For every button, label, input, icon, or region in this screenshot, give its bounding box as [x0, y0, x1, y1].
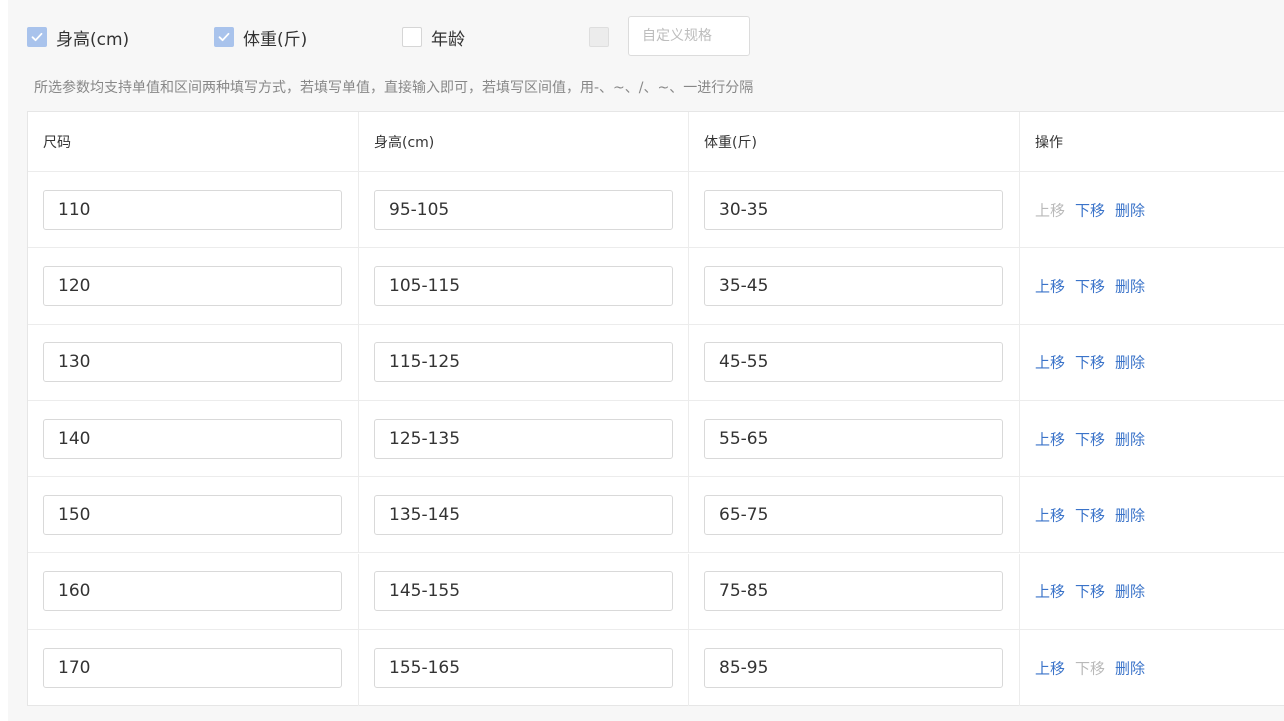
- move-up-link[interactable]: 上移: [1035, 581, 1065, 602]
- weight-option-label: 体重(斤): [243, 29, 308, 50]
- delete-link[interactable]: 删除: [1115, 504, 1145, 525]
- size-input[interactable]: [43, 342, 342, 383]
- move-up-link: 上移: [1035, 201, 1066, 220]
- option-weight[interactable]: 体重(斤): [214, 25, 308, 50]
- age-option-label: 年龄: [431, 29, 465, 50]
- age-checkbox[interactable]: [402, 27, 422, 47]
- move-down-link[interactable]: 下移: [1075, 428, 1105, 449]
- row-actions: 上移 下移 删除: [1035, 428, 1145, 449]
- row-actions: 上移 下移 删除: [1035, 581, 1145, 602]
- size-input[interactable]: [43, 494, 342, 535]
- delete-link[interactable]: 删除: [1115, 657, 1145, 678]
- table-header-row: 尺码 身高(cm) 体重(斤) 操作: [28, 112, 1284, 172]
- table-row: 上移下移删除: [28, 172, 1284, 249]
- option-custom: [589, 25, 609, 49]
- table-row: 上移下移删除: [28, 553, 1284, 630]
- weight-input[interactable]: [704, 189, 1003, 230]
- header-actions: 操作: [1035, 134, 1063, 151]
- weight-input[interactable]: [704, 571, 1003, 612]
- weight-input[interactable]: [704, 265, 1003, 306]
- custom-spec-input[interactable]: [628, 16, 750, 56]
- size-input[interactable]: [43, 265, 342, 306]
- custom-checkbox: [589, 27, 609, 47]
- size-input[interactable]: [43, 571, 342, 612]
- table-row: 上移下移删除: [28, 400, 1284, 478]
- height-checkbox[interactable]: [27, 27, 47, 47]
- move-up-link[interactable]: 上移: [1035, 352, 1065, 373]
- delete-link[interactable]: 删除: [1115, 352, 1145, 373]
- check-icon: [31, 32, 43, 42]
- move-up-link[interactable]: 上移: [1035, 275, 1065, 296]
- height-input[interactable]: [374, 571, 673, 612]
- move-down-link[interactable]: 下移: [1075, 352, 1105, 373]
- row-actions: 上移 下移 删除: [1035, 199, 1145, 220]
- height-input[interactable]: [374, 265, 673, 306]
- height-input[interactable]: [374, 189, 673, 230]
- weight-input[interactable]: [704, 647, 1003, 688]
- row-actions: 上移 下移 删除: [1035, 657, 1145, 678]
- option-age[interactable]: 年龄: [402, 25, 465, 50]
- height-input[interactable]: [374, 418, 673, 459]
- table-row: 上移下移删除: [28, 477, 1284, 554]
- delete-link[interactable]: 删除: [1115, 275, 1145, 296]
- weight-input[interactable]: [704, 418, 1003, 459]
- weight-input[interactable]: [704, 342, 1003, 383]
- delete-link[interactable]: 删除: [1115, 428, 1145, 449]
- delete-link[interactable]: 删除: [1115, 581, 1145, 602]
- check-icon: [218, 32, 230, 42]
- move-down-link[interactable]: 下移: [1075, 275, 1105, 296]
- row-actions: 上移 下移 删除: [1035, 352, 1145, 373]
- move-down-link[interactable]: 下移: [1075, 504, 1105, 525]
- move-up-link[interactable]: 上移: [1035, 657, 1065, 678]
- table-row: 上移下移删除: [28, 248, 1284, 325]
- option-height[interactable]: 身高(cm): [27, 25, 130, 50]
- size-input[interactable]: [43, 647, 342, 688]
- hint-text: 所选参数均支持单值和区间两种填写方式，若填写单值，直接输入即可，若填写区间值，用…: [34, 80, 754, 96]
- height-input[interactable]: [374, 647, 673, 688]
- height-option-label: 身高(cm): [56, 29, 130, 50]
- move-down-link[interactable]: 下移: [1075, 581, 1105, 602]
- move-down-link: 下移: [1075, 659, 1106, 678]
- header-height: 身高(cm): [374, 134, 435, 151]
- move-down-link[interactable]: 下移: [1075, 199, 1105, 220]
- weight-checkbox[interactable]: [214, 27, 234, 47]
- height-input[interactable]: [374, 494, 673, 535]
- header-weight: 体重(斤): [704, 134, 757, 151]
- table-row: 上移下移删除: [28, 324, 1284, 401]
- move-up-link[interactable]: 上移: [1035, 504, 1065, 525]
- header-size: 尺码: [43, 134, 71, 151]
- height-input[interactable]: [374, 342, 673, 383]
- table-row: 上移下移删除: [28, 629, 1284, 707]
- row-actions: 上移 下移 删除: [1035, 275, 1145, 296]
- size-table: 尺码 身高(cm) 体重(斤) 操作 上移下移删除上移下移删除上移下移删除上移下…: [27, 111, 1284, 707]
- size-input[interactable]: [43, 189, 342, 230]
- weight-input[interactable]: [704, 494, 1003, 535]
- size-input[interactable]: [43, 418, 342, 459]
- row-actions: 上移 下移 删除: [1035, 504, 1145, 525]
- delete-link[interactable]: 删除: [1115, 199, 1145, 220]
- move-up-link[interactable]: 上移: [1035, 428, 1065, 449]
